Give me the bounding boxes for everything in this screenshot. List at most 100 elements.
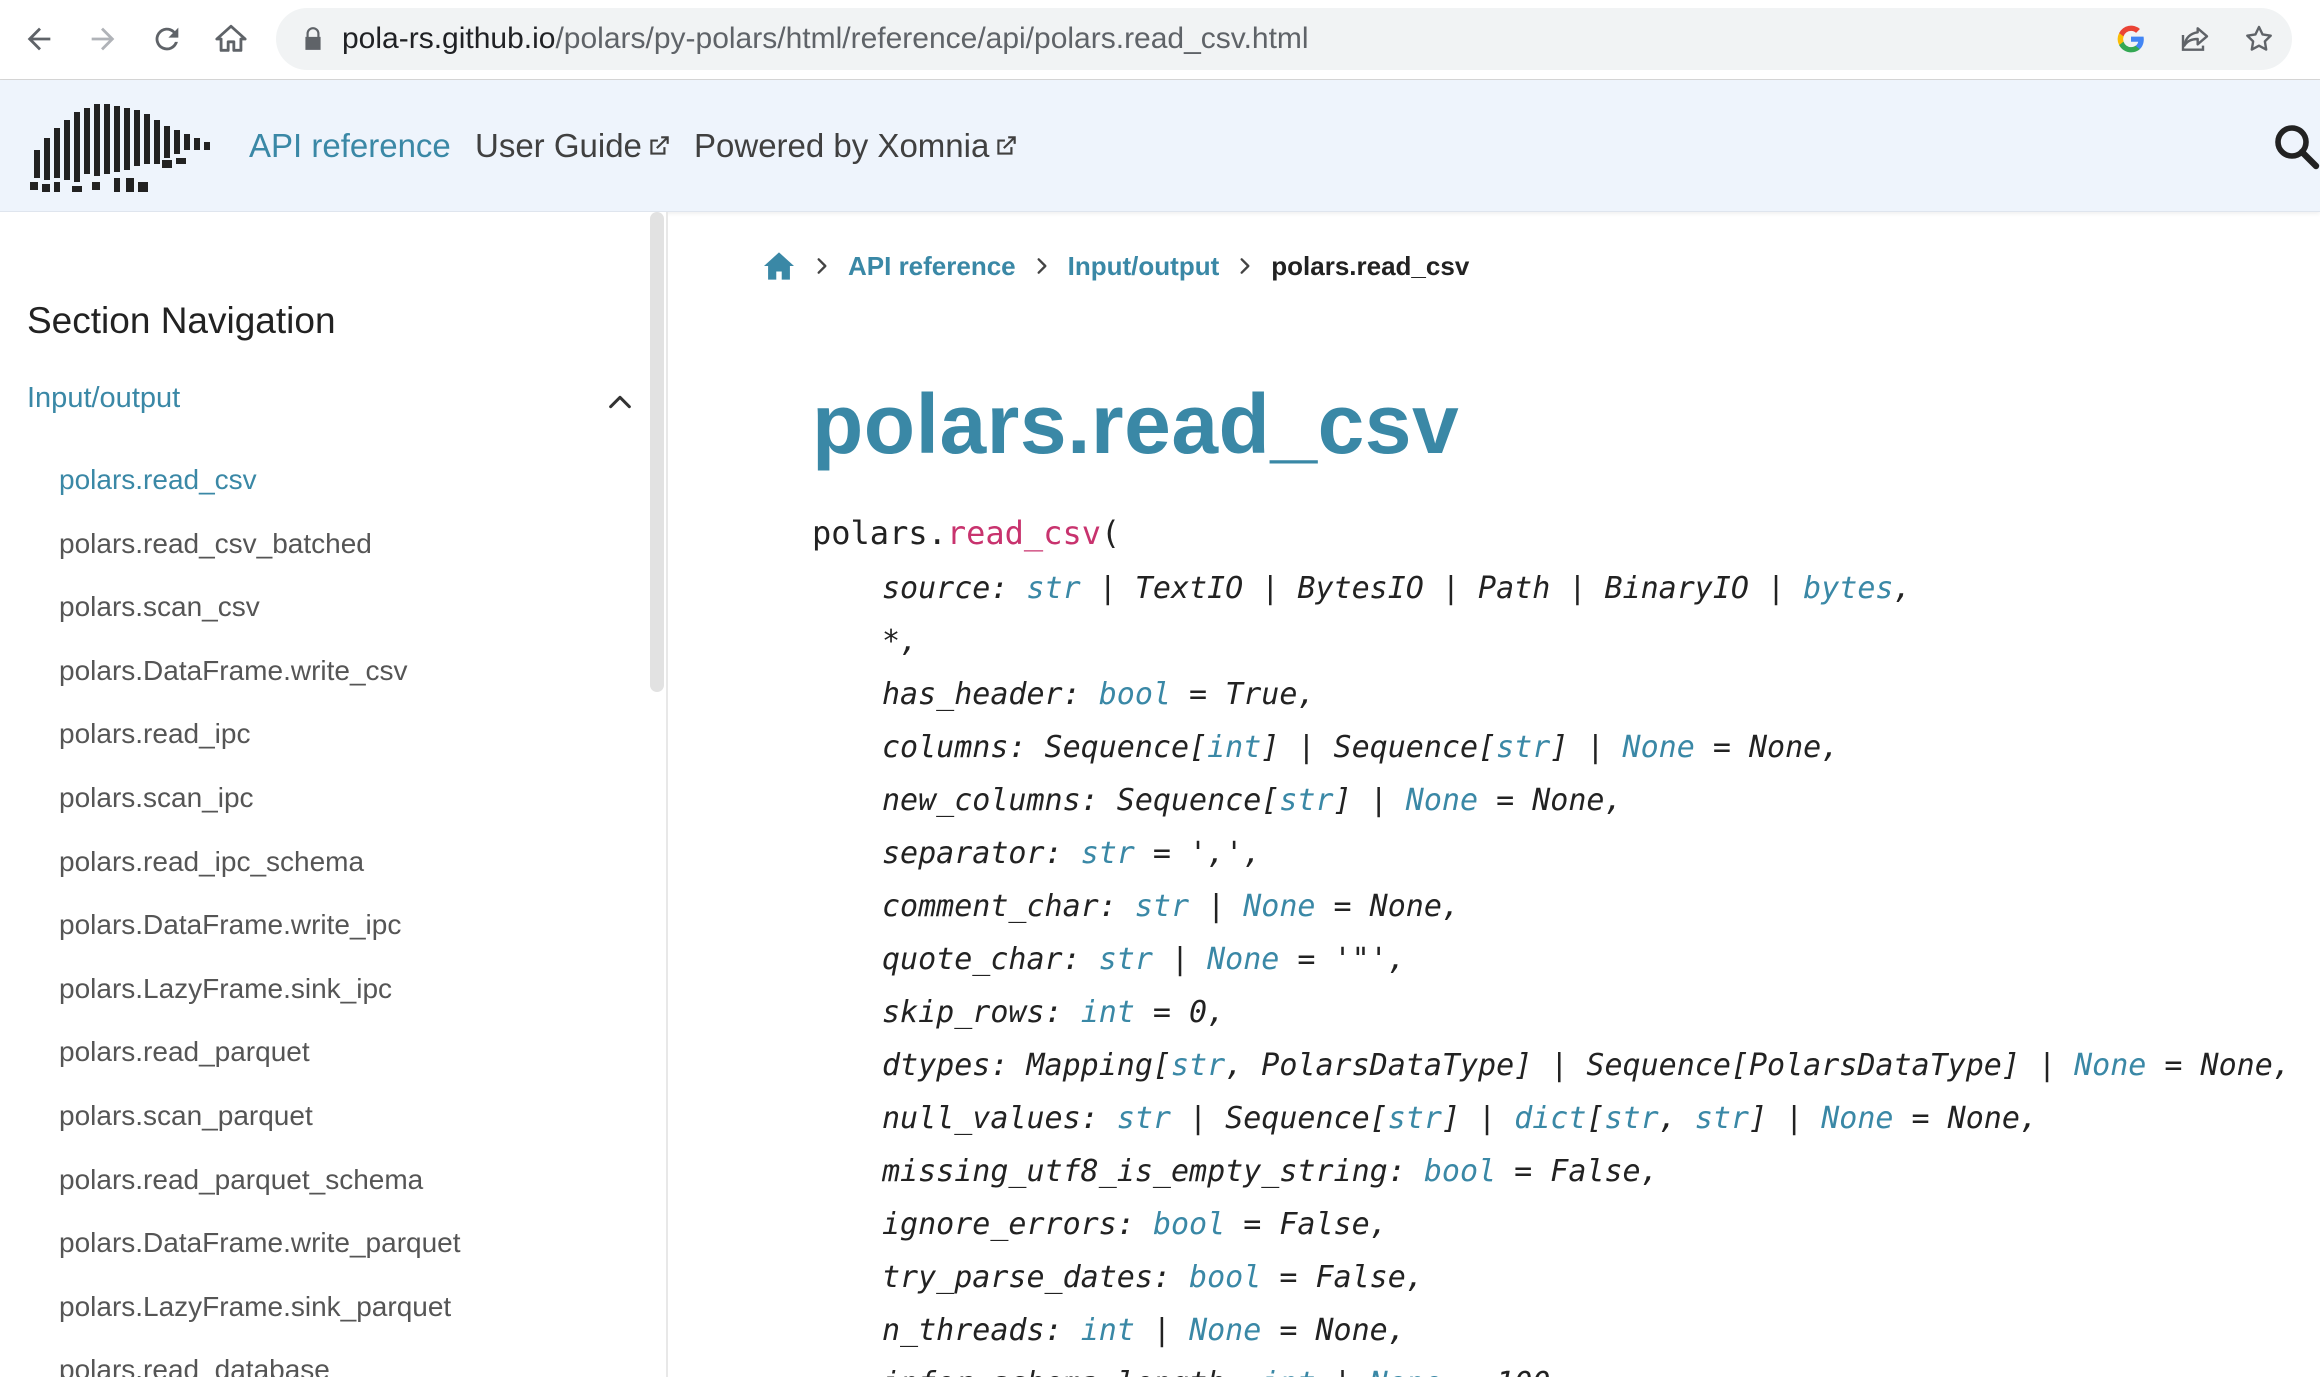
signature-parameter: new_columns: Sequence[str] | None = None… <box>882 783 1623 818</box>
sidebar-item-polars-read-ipc[interactable]: polars.read_ipc <box>59 718 250 750</box>
type-link[interactable]: None <box>1189 1313 1261 1348</box>
type-link[interactable]: None <box>1243 889 1315 924</box>
type-link[interactable]: bool <box>1189 1260 1261 1295</box>
header-link-user-guide[interactable]: User Guide <box>475 80 672 212</box>
sidebar-scrollbar[interactable] <box>650 212 664 692</box>
type-link[interactable]: str <box>1171 1048 1225 1083</box>
sidebar-item-polars-scan-ipc[interactable]: polars.scan_ipc <box>59 782 254 814</box>
parameter-text: = ',', <box>1134 836 1262 871</box>
sidebar-item-polars-dataframe-write-csv[interactable]: polars.DataFrame.write_csv <box>59 655 408 687</box>
external-link-icon <box>650 136 669 155</box>
parameter-text: = None, <box>1893 1101 2038 1136</box>
address-bar[interactable]: pola-rs.github.io/polars/py-polars/html/… <box>276 8 2292 70</box>
sidebar-item-polars-lazyframe-sink-ipc[interactable]: polars.LazyFrame.sink_ipc <box>59 973 392 1005</box>
parameter-text: [ <box>1586 1101 1605 1136</box>
share-icon[interactable] <box>2178 22 2212 56</box>
parameter-text: skip_rows: <box>882 995 1081 1030</box>
chevron-right-icon <box>1240 258 1250 274</box>
search-icon[interactable] <box>2272 122 2320 170</box>
signature-parameter: source: str | TextIO | BytesIO | Path | … <box>882 571 1912 606</box>
parameter-text: ] | Sequence[ <box>1261 730 1497 765</box>
parameter-text: = False, <box>1225 1207 1388 1242</box>
type-link[interactable]: str <box>1117 1101 1171 1136</box>
forward-button[interactable] <box>80 16 126 62</box>
type-link[interactable]: dict <box>1514 1101 1586 1136</box>
header-link-xomnia[interactable]: Powered by Xomnia <box>694 80 1019 212</box>
type-link[interactable]: None <box>1623 730 1695 765</box>
sidebar-item-polars-scan-parquet[interactable]: polars.scan_parquet <box>59 1100 313 1132</box>
sidebar-item-polars-read-parquet[interactable]: polars.read_parquet <box>59 1036 310 1068</box>
parameter-text: | Sequence[ <box>1171 1101 1388 1136</box>
type-link[interactable]: None <box>2074 1048 2146 1083</box>
reload-icon <box>155 27 179 51</box>
parameter-text: quote_char: <box>882 942 1099 977</box>
type-link[interactable]: str <box>1027 571 1081 606</box>
signature-parameter: comment_char: str | None = None, <box>882 889 1460 924</box>
parameter-text: source: <box>882 571 1027 606</box>
parameter-text: = False, <box>1261 1260 1424 1295</box>
parameter-text: = '"', <box>1279 942 1406 977</box>
external-link-icon <box>997 136 1017 155</box>
sidebar-item-polars-lazyframe-sink-parquet[interactable]: polars.LazyFrame.sink_parquet <box>59 1291 451 1323</box>
signature-module: polars. <box>812 514 947 552</box>
chevron-up-icon[interactable] <box>606 388 634 416</box>
sidebar-item-polars-scan-csv[interactable]: polars.scan_csv <box>59 591 260 623</box>
page-title: polars.read_csv <box>812 377 1460 471</box>
chevron-right-icon <box>1037 258 1047 274</box>
sidebar-item-polars-dataframe-write-parquet[interactable]: polars.DataFrame.write_parquet <box>59 1227 461 1259</box>
type-link[interactable]: int <box>1261 1366 1315 1377</box>
type-link[interactable]: bytes <box>1803 571 1893 606</box>
type-link[interactable]: None <box>1370 1366 1442 1377</box>
bookmark-star-icon[interactable] <box>2242 22 2276 56</box>
breadcrumb-current: polars.read_csv <box>1271 250 1470 281</box>
sidebar-item-polars-read-csv-batched[interactable]: polars.read_csv_batched <box>59 528 372 560</box>
breadcrumb-input-output[interactable]: Input/output <box>1068 251 1220 282</box>
type-link[interactable]: str <box>1279 783 1333 818</box>
type-link[interactable]: str <box>1695 1101 1749 1136</box>
back-button[interactable] <box>16 16 62 62</box>
type-link[interactable]: None <box>1207 942 1279 977</box>
sidebar-item-polars-read-csv[interactable]: polars.read_csv <box>59 464 257 496</box>
type-link[interactable]: int <box>1081 1313 1135 1348</box>
type-link[interactable]: bool <box>1424 1154 1496 1189</box>
home-icon[interactable] <box>762 251 796 281</box>
sidebar-group-input-output[interactable]: Input/output <box>27 382 180 415</box>
type-link[interactable]: str <box>1496 730 1550 765</box>
type-link[interactable]: int <box>1207 730 1261 765</box>
section-navigation-title: Section Navigation <box>27 300 336 341</box>
reload-button[interactable] <box>144 16 190 62</box>
sidebar-item-polars-read-parquet-schema[interactable]: polars.read_parquet_schema <box>59 1164 423 1196</box>
parameter-text: = 0, <box>1134 995 1226 1030</box>
parameter-text: = None, <box>2146 1048 2291 1083</box>
parameter-text: new_columns: Sequence[ <box>882 783 1280 818</box>
polars-bear-logo-icon[interactable] <box>26 98 218 194</box>
type-link[interactable]: str <box>1388 1101 1442 1136</box>
home-button[interactable] <box>208 16 254 62</box>
url-text[interactable]: pola-rs.github.io/polars/py-polars/html/… <box>342 8 1309 70</box>
signature-parameter: try_parse_dates: bool = False, <box>882 1260 1424 1295</box>
type-link[interactable]: str <box>1081 836 1135 871</box>
type-link[interactable]: None <box>1821 1101 1893 1136</box>
lock-icon <box>305 27 321 50</box>
type-link[interactable]: bool <box>1099 677 1171 712</box>
type-link[interactable]: int <box>1081 995 1135 1030</box>
parameter-text: dtypes: Mapping[ <box>882 1048 1171 1083</box>
sidebar-item-polars-read-ipc-schema[interactable]: polars.read_ipc_schema <box>59 846 364 878</box>
type-link[interactable]: str <box>1099 942 1153 977</box>
parameter-text: | <box>1152 942 1208 977</box>
parameter-text: | <box>1189 889 1244 924</box>
signature-open-paren: ( <box>1100 514 1121 552</box>
type-link[interactable]: str <box>1605 1101 1659 1136</box>
breadcrumb-api-reference[interactable]: API reference <box>848 251 1016 282</box>
type-link[interactable]: None <box>1406 783 1478 818</box>
signature-parameter: infer_schema_length: int | None = 100, <box>882 1366 1568 1377</box>
signature-parameter: missing_utf8_is_empty_string: bool = Fal… <box>882 1154 1659 1189</box>
parameter-text: ] | <box>1749 1101 1822 1136</box>
header-link-api-reference[interactable]: API reference <box>249 80 451 212</box>
sidebar-item-polars-dataframe-write-ipc[interactable]: polars.DataFrame.write_ipc <box>59 909 401 941</box>
google-icon[interactable] <box>2114 22 2148 56</box>
type-link[interactable]: str <box>1135 889 1189 924</box>
parameter-text: | <box>1134 1313 1190 1348</box>
sidebar-item-polars-read-database[interactable]: polars.read_database <box>59 1354 330 1377</box>
type-link[interactable]: bool <box>1153 1207 1225 1242</box>
